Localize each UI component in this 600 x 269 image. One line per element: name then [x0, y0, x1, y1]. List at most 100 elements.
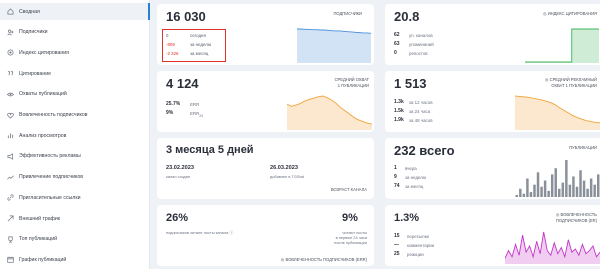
sidebar-item-6[interactable]: Анализ просмотров [0, 127, 150, 144]
citation-sparkline [525, 28, 599, 63]
er-row-2-num: 25 [394, 251, 400, 257]
posts-bar [536, 172, 540, 197]
sidebar-item-7[interactable]: Эффективность рекламы [0, 148, 150, 165]
citation-tag-text: ИНДЕКС ЦИТИРОВАНИЯ [547, 11, 597, 16]
sidebar-item-8[interactable]: Привлечение подписчиков [0, 169, 150, 186]
citation-value: 20.8 [394, 9, 420, 24]
sidebar-item-1[interactable]: Подписчики [0, 24, 150, 41]
citation-row-2-label: репостов [409, 51, 428, 56]
posts-row-0-label: вчера [405, 166, 417, 171]
posts-bar [554, 168, 557, 197]
reach-sparkline-area [287, 96, 372, 130]
posts-bar [596, 174, 600, 197]
sidebar-item-label: Вовлеченность подписчиков [19, 112, 88, 118]
posts-bar [547, 190, 550, 197]
posts-row-1-label: за неделю [405, 175, 427, 180]
engagement-er-card[interactable]: 1.3% ◎ ВОВЛЕЧЕННОСТЬ ПОДПИСЧИКОВ (ER) 15… [385, 205, 600, 266]
ad-reach-row-0-label: за 12 часов [409, 100, 433, 105]
reach-err-value: 25.7% [166, 101, 181, 107]
er-row-0-num: 15 [394, 233, 400, 239]
sidebar-item-label: Топ публикаций [19, 236, 58, 243]
posts-bar [543, 180, 547, 197]
age-added-label: добавлен в TGStat [270, 174, 304, 179]
citation-row-2-num: 0 [394, 50, 397, 56]
sidebar-item-label: График публикаций [19, 256, 67, 263]
posts-bar [550, 174, 554, 197]
posts-bar [565, 160, 568, 197]
posts-bar [593, 184, 596, 197]
home-icon [6, 7, 15, 16]
er-sparkline [505, 231, 600, 264]
citation-row-1-num: 63 [394, 41, 400, 47]
posts-card[interactable]: 232 всего ПУБЛИКАЦИИ 1 вчера 9 за неделю… [385, 138, 600, 199]
engagement-err-card[interactable]: 26% подписчиков читают посты канала ⓘ 9%… [157, 205, 374, 266]
calendar-icon [6, 255, 15, 264]
posts-tag: ПУБЛИКАЦИИ [569, 145, 597, 150]
posts-value: 232 всего [394, 143, 455, 158]
channel-age-card[interactable]: 3 месяца 5 дней 23.02.2023 канал создан … [157, 138, 374, 199]
megaphone-icon [6, 152, 15, 161]
subscribers-tag: ПОДПИСЧИКИ [333, 11, 362, 16]
engage-right-value: 9% [342, 212, 358, 224]
target-icon: ◎ [543, 11, 547, 16]
sidebar-item-3[interactable]: Цитирование [0, 65, 150, 82]
sidebar-item-5[interactable]: Вовлеченность подписчиков [0, 107, 150, 124]
sidebar-item-9[interactable]: Пригласительные ссылки [0, 189, 150, 206]
posts-bar [519, 188, 522, 197]
sidebar-item-label: Внешний трафик [19, 215, 61, 222]
posts-bar [579, 170, 582, 197]
subs-row-0-num: 0 [166, 33, 169, 38]
citation-row-0-label: уп. каналов [409, 33, 433, 38]
heart-icon [6, 111, 15, 120]
ad-reach-row-2-label: за 48 часов [409, 118, 433, 123]
engage-left-value: 26% [166, 212, 189, 224]
posts-bar-chart [515, 160, 600, 197]
sidebar-item-label: Охваты публикаций [19, 91, 67, 98]
sidebar-item-label: Цитирование [19, 70, 52, 77]
ad-reach-tag-1-text: СРЕДНИЙ РЕКЛАМНЫЙ [549, 77, 597, 82]
trophy-icon [6, 235, 15, 244]
subscribers-value: 16 030 [166, 9, 206, 24]
reach-card[interactable]: 4 124 СРЕДНИЙ ОХВАТ 1 ПУБЛИКАЦИИ 25.7% E… [157, 71, 374, 132]
ad-reach-sparkline [515, 95, 600, 130]
ad-reach-row-1-num: 1.5k [394, 108, 404, 114]
posts-row-1-num: 9 [394, 174, 397, 180]
posts-bar [515, 194, 519, 197]
subs-row-0-label: сегодня [190, 33, 206, 38]
citation-tag: ◎ ИНДЕКС ЦИТИРОВАНИЯ [525, 11, 597, 16]
er-row-0-label: пересылки [407, 234, 429, 239]
age-added-date: 26.03.2023 [270, 165, 298, 171]
subs-row-1-num: -809 [166, 42, 175, 47]
sidebar-item-4[interactable]: Охваты публикаций [0, 86, 150, 103]
sidebar-item-2[interactable]: Индекс цитирования [0, 44, 150, 61]
citation-card[interactable]: 20.8 ◎ ИНДЕКС ЦИТИРОВАНИЯ 62 уп. каналов… [385, 4, 600, 65]
sidebar-item-10[interactable]: Внешний трафик [0, 210, 150, 227]
sidebar-item-12[interactable]: График публикаций [0, 251, 150, 268]
eye-icon [6, 90, 15, 99]
age-created-label: канал создан [166, 174, 191, 179]
er-tag-1-text: ВОВЛЕЧЕННОСТЬ [560, 212, 597, 217]
engage-left-label-text: подписчиков читают посты канала [166, 230, 229, 235]
posts-bar [561, 182, 565, 197]
er-row-1-num: — [394, 242, 399, 248]
citation-row-0-num: 62 [394, 32, 400, 38]
sidebar-item-0[interactable]: Сводная [0, 3, 150, 20]
sidebar-item-11[interactable]: Топ публикаций [0, 231, 150, 248]
posts-bar [575, 186, 579, 197]
link-icon [6, 193, 15, 202]
age-tag: ВОЗРАСТ КАНАЛА [330, 187, 367, 192]
posts-bar [526, 178, 529, 197]
subscribers-sparkline [297, 28, 371, 63]
ad-reach-row-2-num: 1.9k [394, 117, 404, 123]
age-value: 3 месяца 5 дней [166, 144, 254, 156]
trend-icon [6, 173, 15, 182]
sidebar-item-label: Подписчики [19, 29, 48, 36]
citation-sparkline-area [525, 29, 599, 63]
info-icon[interactable]: ⓘ [229, 230, 233, 235]
er-tag-1: ◎ ВОВЛЕЧЕННОСТЬ [525, 212, 597, 217]
user-plus-icon [6, 28, 15, 37]
ad-reach-tag-1: ◎ СРЕДНИЙ РЕКЛАМНЫЙ [510, 77, 597, 82]
subscribers-card[interactable]: 16 030 ПОДПИСЧИКИ 0 сегодня -809 за неде… [157, 4, 374, 65]
ad-reach-card[interactable]: 1 513 ◎ СРЕДНИЙ РЕКЛАМНЫЙ ОХВАТ 1 ПУБЛИК… [385, 71, 600, 132]
posts-bar [589, 178, 593, 197]
